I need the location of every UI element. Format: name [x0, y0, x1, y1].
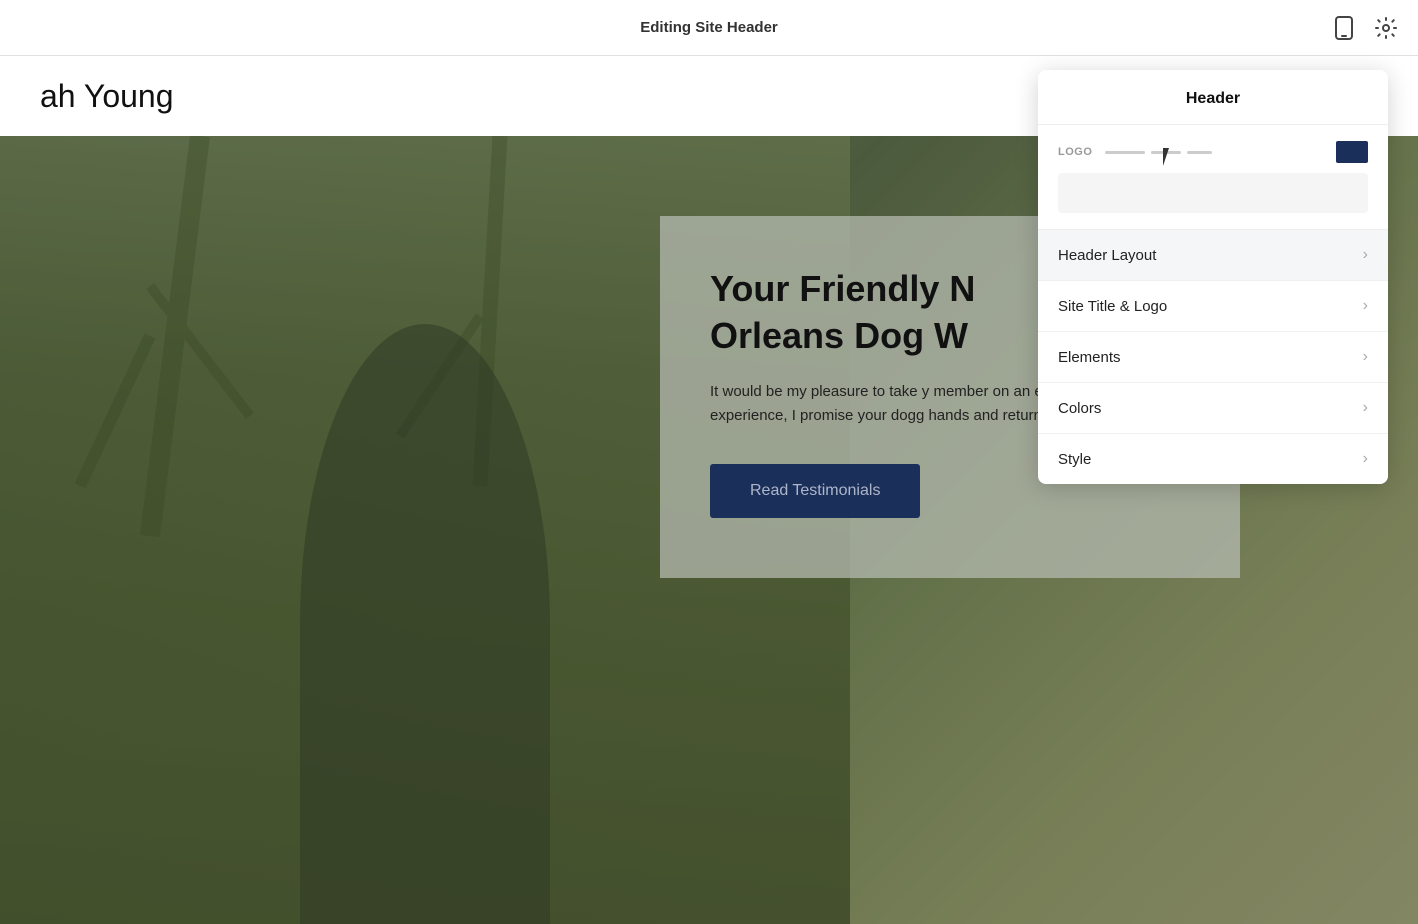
panel-logo-preview	[1058, 173, 1368, 213]
hero-title-line1: Your Friendly N	[710, 268, 975, 309]
panel-menu-label-elements: Elements	[1058, 349, 1121, 366]
chevron-icon-colors: ›	[1363, 399, 1368, 417]
panel-title: Header	[1186, 90, 1240, 107]
panel-logo-row: LOGO	[1058, 141, 1368, 163]
panel-menu-label-header-layout: Header Layout	[1058, 247, 1156, 264]
logo-lines	[1105, 151, 1324, 154]
panel-header: Header	[1038, 70, 1388, 125]
logo-line-3	[1187, 151, 1212, 154]
top-bar-icons	[1332, 16, 1398, 40]
logo-block	[1336, 141, 1368, 163]
panel-menu-header-layout[interactable]: Header Layout ›	[1038, 230, 1388, 281]
panel-menu-label-colors: Colors	[1058, 400, 1101, 417]
site-logo-name: ah Young	[40, 78, 174, 115]
panel-menu-colors[interactable]: Colors ›	[1038, 383, 1388, 434]
top-bar: Editing Site Header	[0, 0, 1418, 56]
logo-line-1	[1105, 151, 1145, 154]
logo-line-2	[1151, 151, 1181, 154]
panel-logo-label: LOGO	[1058, 146, 1093, 158]
top-bar-title: Editing Site Header	[640, 19, 778, 36]
hero-title-line2: Orleans	[710, 315, 854, 356]
mobile-icon[interactable]	[1332, 16, 1356, 40]
panel-menu-label-site-title-logo: Site Title & Logo	[1058, 298, 1167, 315]
panel-menu-elements[interactable]: Elements ›	[1038, 332, 1388, 383]
panel-menu-site-title-logo[interactable]: Site Title & Logo ›	[1038, 281, 1388, 332]
panel-menu-style[interactable]: Style ›	[1038, 434, 1388, 484]
chevron-icon-site-title-logo: ›	[1363, 297, 1368, 315]
panel-menu-label-style: Style	[1058, 451, 1091, 468]
chevron-icon-elements: ›	[1363, 348, 1368, 366]
panel-logo-section: LOGO	[1038, 125, 1388, 230]
chevron-icon-header-layout: ›	[1363, 246, 1368, 264]
header-panel: Header LOGO Header Layout › Site Title &…	[1038, 70, 1388, 484]
read-testimonials-button[interactable]: Read Testimonials	[710, 464, 920, 518]
hero-title-bold: Dog W	[854, 315, 968, 356]
chevron-icon-style: ›	[1363, 450, 1368, 468]
settings-icon[interactable]	[1374, 16, 1398, 40]
